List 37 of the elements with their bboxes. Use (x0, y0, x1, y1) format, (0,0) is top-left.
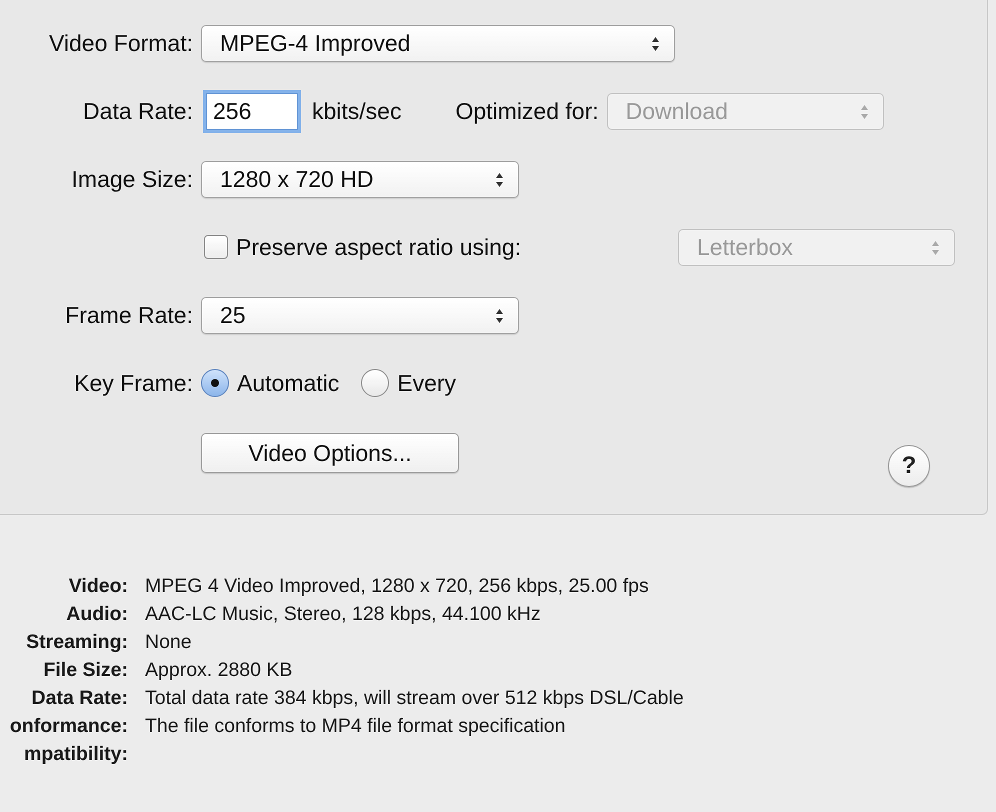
summary-label: Data Rate: (30, 686, 128, 711)
radio-label[interactable]: Every (397, 365, 456, 402)
stepper-arrows-icon (860, 104, 869, 120)
radio-button[interactable] (361, 369, 390, 397)
dropdown[interactable]: MPEG-4 Improved (201, 25, 675, 62)
summary-label: Video: (68, 574, 128, 599)
field-label: Image Size: (70, 165, 193, 194)
summary-label: onformance: (8, 714, 128, 739)
summary-label: Audio: (65, 602, 128, 627)
summary-value: Approx. 2880 KB (145, 658, 294, 683)
dropdown[interactable]: 25 (201, 297, 519, 334)
video-options-button[interactable]: Video Options... (201, 433, 459, 473)
stepper-arrows-icon (651, 36, 660, 52)
summary-value: AAC-LC Music, Stereo, 128 kbps, 44.100 kHz (145, 602, 542, 627)
field-label: Data Rate: (82, 97, 193, 126)
field-label: Video Format: (48, 29, 193, 58)
checkbox[interactable] (204, 235, 228, 259)
unit-label: kbits/sec (312, 97, 402, 126)
stepper-arrows-icon (931, 240, 940, 256)
radio-label[interactable]: Automatic (237, 365, 340, 402)
summary-label: mpatibility: (22, 742, 128, 767)
data-rate-field[interactable]: 256 (206, 93, 298, 130)
field-label: Key Frame: (73, 369, 193, 398)
field-label: Optimized for: (455, 97, 599, 126)
summary-label: File Size: (42, 658, 128, 683)
summary-value: The file conforms to MP4 file format specification (145, 714, 566, 739)
summary-value: Total data rate 384 kbps, will stream over 512 kbps DSL/Cable (145, 686, 684, 711)
checkbox-label[interactable]: Preserve aspect ratio using: (236, 229, 522, 266)
dropdown[interactable]: 1280 x 720 HD (201, 161, 519, 198)
stepper-arrows-icon (495, 172, 504, 188)
summary-label: Streaming: (25, 630, 128, 655)
help-button[interactable]: ? (888, 445, 930, 487)
stepper-arrows-icon (495, 308, 504, 324)
field-label: Frame Rate: (64, 301, 193, 330)
summary-value: MPEG 4 Video Improved, 1280 x 720, 256 kbps, 25.00 fps (145, 574, 650, 599)
summary-value: None (145, 630, 193, 655)
radio-button[interactable] (201, 369, 229, 397)
